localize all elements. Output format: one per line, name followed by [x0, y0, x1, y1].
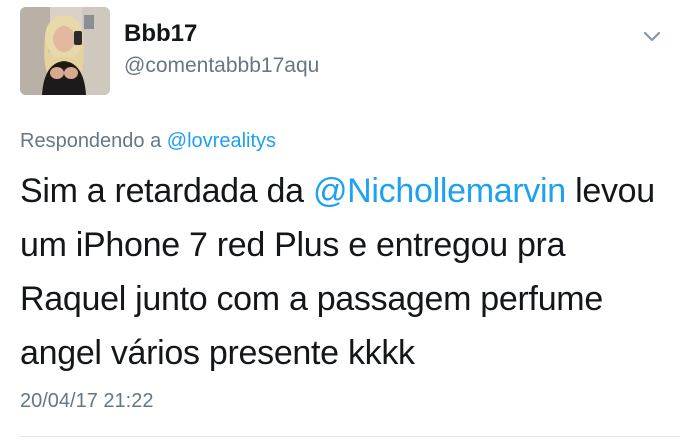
- timestamp[interactable]: 20/04/17 21:22: [20, 390, 153, 413]
- avatar[interactable]: [20, 7, 110, 95]
- tweet-text-segment: levou: [575, 172, 655, 210]
- reply-mention-link[interactable]: @lovrealitys: [167, 130, 276, 152]
- tweet-text-line: um iPhone 7 red Plus e entregou pra: [20, 226, 566, 264]
- tweet-text-line: Raquel junto com a passagem perfume: [20, 280, 603, 318]
- user-handle[interactable]: @comentabbb17aqu: [124, 54, 319, 78]
- tweet-text-line: angel vários presente kkkk: [20, 334, 415, 372]
- display-name[interactable]: Bbb17: [124, 20, 197, 48]
- reply-prefix: Respondendo a: [20, 130, 162, 152]
- mention-link[interactable]: @Nichollemarvin: [313, 172, 566, 210]
- tweet-text: Sim a retardada da @Nichollemarvin levou…: [20, 164, 670, 380]
- divider: [20, 436, 680, 437]
- reply-context: Respondendo a @lovrealitys: [20, 130, 276, 153]
- tweet-card: Bbb17 @comentabbb17aqu Respondendo a @lo…: [0, 0, 680, 441]
- tweet-text-line: Sim a retardada da @Nichollemarvin levou: [20, 164, 670, 218]
- tweet-text-segment: Sim a retardada da: [20, 172, 304, 210]
- chevron-down-icon[interactable]: [640, 26, 664, 46]
- avatar-photo: [20, 7, 110, 95]
